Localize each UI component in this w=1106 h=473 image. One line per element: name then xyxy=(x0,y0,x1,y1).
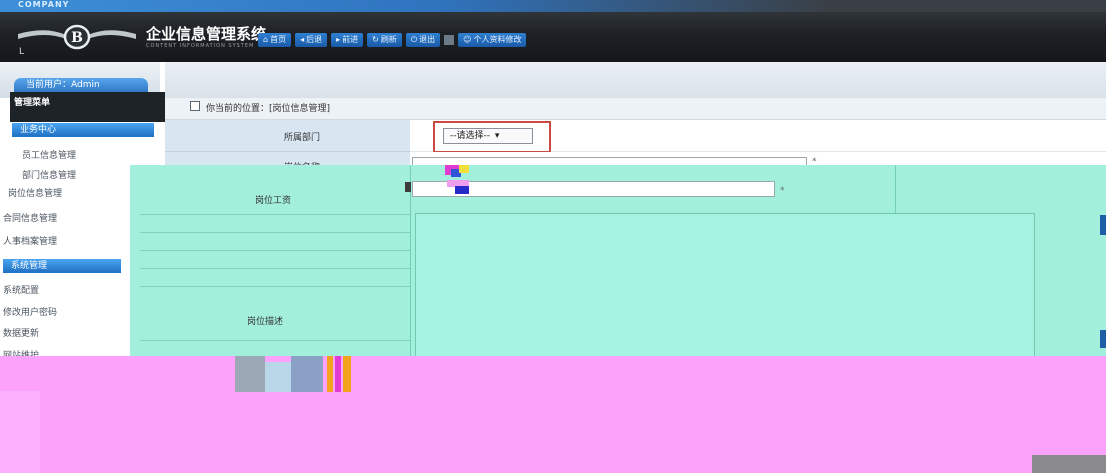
grid-line xyxy=(140,250,410,251)
nav-logout-button[interactable]: ⏻ 退出 xyxy=(405,33,441,47)
menu-title: 管理菜单 xyxy=(14,98,51,108)
nav-label: 个人资料修改 xyxy=(473,35,522,44)
sidebar-item-config[interactable]: 系统配置 xyxy=(3,283,39,296)
salary-label: 岗位工资 xyxy=(255,196,292,206)
glitch-artifact xyxy=(405,165,469,194)
sidebar-section-business[interactable]: 业务中心 xyxy=(12,123,154,137)
nav-label: 首页 xyxy=(270,35,287,44)
svg-text:B: B xyxy=(71,30,83,46)
department-select[interactable]: --请选择-- ▾ xyxy=(443,128,533,144)
sidebar-item-archive[interactable]: 人事档案管理 xyxy=(3,234,57,247)
refresh-icon: ↻ xyxy=(372,35,379,44)
grid-line xyxy=(140,214,410,215)
nav-label: 后退 xyxy=(306,35,323,44)
system-title: 企业信息管理系统 xyxy=(146,25,267,43)
required-mark: * xyxy=(780,186,785,196)
company-label: COMPANY xyxy=(18,0,70,9)
grid-line xyxy=(140,340,410,341)
nav-label: 前进 xyxy=(342,35,359,44)
logo: B xyxy=(18,24,136,50)
current-user-tab: 当前用户：Admin xyxy=(14,78,148,93)
department-label: 所属部门 xyxy=(284,133,321,143)
breadcrumb-checkbox-icon xyxy=(190,101,200,111)
nav-refresh-button[interactable]: ↻ 刷新 xyxy=(367,33,402,47)
glitch-artifact xyxy=(235,356,351,392)
nav-profile-button[interactable]: ☺ 个人资料修改 xyxy=(458,33,527,47)
user-icon: ☺ xyxy=(463,35,472,44)
corrupted-block xyxy=(1032,455,1106,473)
description-textarea[interactable] xyxy=(415,213,1035,361)
nav-label: 退出 xyxy=(419,35,436,44)
sidebar-item-position[interactable]: 岗位信息管理 xyxy=(8,186,62,199)
content-header xyxy=(165,62,1106,100)
grid-line xyxy=(140,232,410,233)
edge-artifact xyxy=(1100,215,1106,235)
breadcrumb: 你当前的位置：[岗位信息管理] xyxy=(206,104,331,114)
company-bar xyxy=(0,0,1106,12)
home-icon: ⌂ xyxy=(263,35,269,44)
corner-mark: L xyxy=(19,47,25,57)
sidebar-item-password[interactable]: 修改用户密码 xyxy=(3,305,57,318)
corrupted-band-edge xyxy=(0,391,40,473)
sidebar-section-system[interactable]: 系统管理 xyxy=(3,259,121,273)
chevron-down-icon: ▾ xyxy=(494,131,500,141)
edge-artifact xyxy=(1100,330,1106,348)
arrow-right-icon: ▸ xyxy=(336,35,341,44)
sidebar-item-department[interactable]: 部门信息管理 xyxy=(22,168,76,181)
power-icon: ⏻ xyxy=(410,35,418,44)
arrow-left-icon: ◂ xyxy=(300,35,305,44)
department-select-value: --请选择-- xyxy=(450,131,490,141)
nav-forward-button[interactable]: ▸ 前进 xyxy=(331,33,364,47)
nav-back-button[interactable]: ◂ 后退 xyxy=(295,33,328,47)
top-nav: ⌂ 首页 ◂ 后退 ▸ 前进 ↻ 刷新 ⏻ 退出 ☺ 个人资料修改 xyxy=(258,33,527,47)
nav-label: 刷新 xyxy=(380,35,397,44)
nav-home-button[interactable]: ⌂ 首页 xyxy=(258,33,292,47)
description-label: 岗位描述 xyxy=(247,317,284,327)
sidebar-item-employee[interactable]: 员工信息管理 xyxy=(22,148,76,161)
sidebar-item-contract[interactable]: 合同信息管理 xyxy=(3,211,57,224)
system-subtitle: CONTENT INFORMATION SYSTEM xyxy=(146,43,255,49)
app-window: COMPANY B L 企业信息管理系统 CONTENT INFORMATION… xyxy=(0,0,1106,473)
grid-line xyxy=(140,286,410,287)
sidebar-item-data-update[interactable]: 数据更新 xyxy=(3,326,39,339)
nav-divider xyxy=(444,35,455,45)
corrupted-band xyxy=(0,356,1106,473)
grid-line xyxy=(140,268,410,269)
